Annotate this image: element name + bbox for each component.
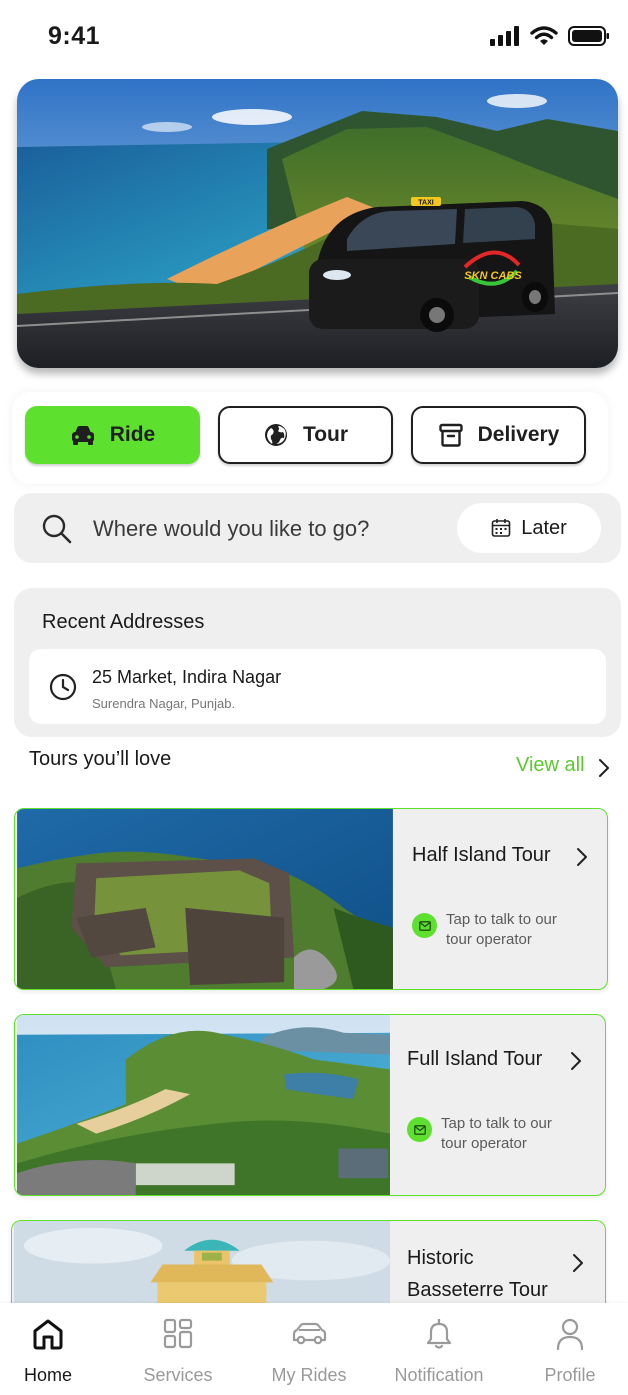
globe-icon [263, 422, 289, 448]
chevron-right-icon [571, 1052, 581, 1070]
nav-notification-label: Notification [394, 1365, 484, 1385]
user-icon [556, 1318, 584, 1351]
tour-operator-contact[interactable]: Tap to talk to our tour operator [412, 910, 586, 950]
archive-box-icon [438, 422, 464, 448]
tour-title: Full Island Tour [407, 1048, 543, 1070]
nav-services-label: Services [143, 1365, 213, 1385]
destination-search-bar[interactable]: Where would you like to go? Later [14, 493, 621, 563]
status-icons [490, 26, 610, 46]
recent-addresses-title: Recent Addresses [42, 611, 205, 633]
tour-operator-text: Tap to talk to our tour operator [446, 911, 557, 948]
ride-mode-label: Ride [109, 423, 156, 446]
tour-operator-text: Tap to talk to our tour operator [441, 1115, 552, 1152]
chevron-right-icon [577, 848, 587, 866]
status-bar: 9:41 [0, 0, 628, 72]
grid-icon [163, 1318, 193, 1349]
recent-address-primary: 25 Market, Indira Nagar [92, 667, 282, 687]
signal-icon [490, 26, 519, 46]
taxi-sign-text: TAXI [418, 200, 433, 207]
nav-my-rides[interactable]: My Rides [249, 1317, 369, 1386]
recent-addresses-panel: Recent Addresses 25 Market, Indira Nagar… [14, 588, 621, 737]
nav-home[interactable]: Home [0, 1317, 108, 1386]
tours-section-title: Tours you’ll love [29, 748, 172, 770]
delivery-mode-button[interactable]: Delivery [411, 406, 586, 464]
nav-notification[interactable]: Notification [379, 1317, 499, 1386]
nav-home-label: Home [23, 1365, 72, 1385]
tour-title-line1: Historic [407, 1247, 474, 1269]
mode-selector: Ride Tour Delivery [12, 392, 608, 484]
delivery-mode-label: Delivery [477, 423, 560, 446]
search-placeholder[interactable]: Where would you like to go? [93, 516, 369, 542]
brand-logo-text: SKN CABS [464, 270, 522, 282]
hero-banner: TAXI SKN CABS [17, 79, 618, 368]
ride-mode-button[interactable]: Ride [25, 406, 200, 464]
status-time: 9:41 [48, 22, 101, 50]
wifi-icon [530, 26, 558, 45]
schedule-later-button[interactable]: Later [457, 503, 601, 553]
message-icon [407, 1117, 432, 1142]
nav-profile[interactable]: Profile [510, 1317, 628, 1386]
tour-title-line2: Basseterre Tour [407, 1279, 548, 1301]
later-label: Later [521, 516, 567, 539]
bell-icon [426, 1318, 452, 1349]
tour-mode-button[interactable]: Tour [218, 406, 393, 464]
tour-mode-label: Tour [302, 423, 349, 446]
car-icon [70, 422, 96, 448]
message-icon [412, 913, 437, 938]
tour-operator-contact[interactable]: Tap to talk to our tour operator [407, 1114, 581, 1154]
calendar-icon [491, 519, 511, 537]
nav-services[interactable]: Services [118, 1317, 238, 1386]
search-icon [42, 514, 72, 544]
half-island-tour-image [17, 809, 393, 989]
view-all-link[interactable]: View all [516, 754, 585, 777]
clock-icon [49, 673, 77, 701]
chevron-right-icon[interactable] [598, 758, 610, 778]
battery-icon [568, 26, 609, 46]
recent-address-secondary: Surendra Nagar, Punjab. [92, 696, 236, 711]
tour-card-full-island[interactable]: Full Island Tour Tap to talk to our tour… [14, 1014, 606, 1196]
car-outline-icon [292, 1322, 327, 1345]
chevron-right-icon [573, 1254, 583, 1272]
full-island-tour-image [17, 1015, 390, 1195]
home-icon [33, 1319, 63, 1350]
bottom-navigation: Home Services My Rides Notification Prof… [0, 1303, 628, 1395]
nav-profile-label: Profile [544, 1365, 596, 1385]
nav-my-rides-label: My Rides [271, 1365, 347, 1385]
tour-card-half-island[interactable]: Half Island Tour Tap to talk to our tour… [14, 808, 608, 990]
tour-title: Half Island Tour [412, 844, 551, 866]
recent-address-item[interactable]: 25 Market, Indira Nagar Surendra Nagar, … [29, 649, 606, 724]
